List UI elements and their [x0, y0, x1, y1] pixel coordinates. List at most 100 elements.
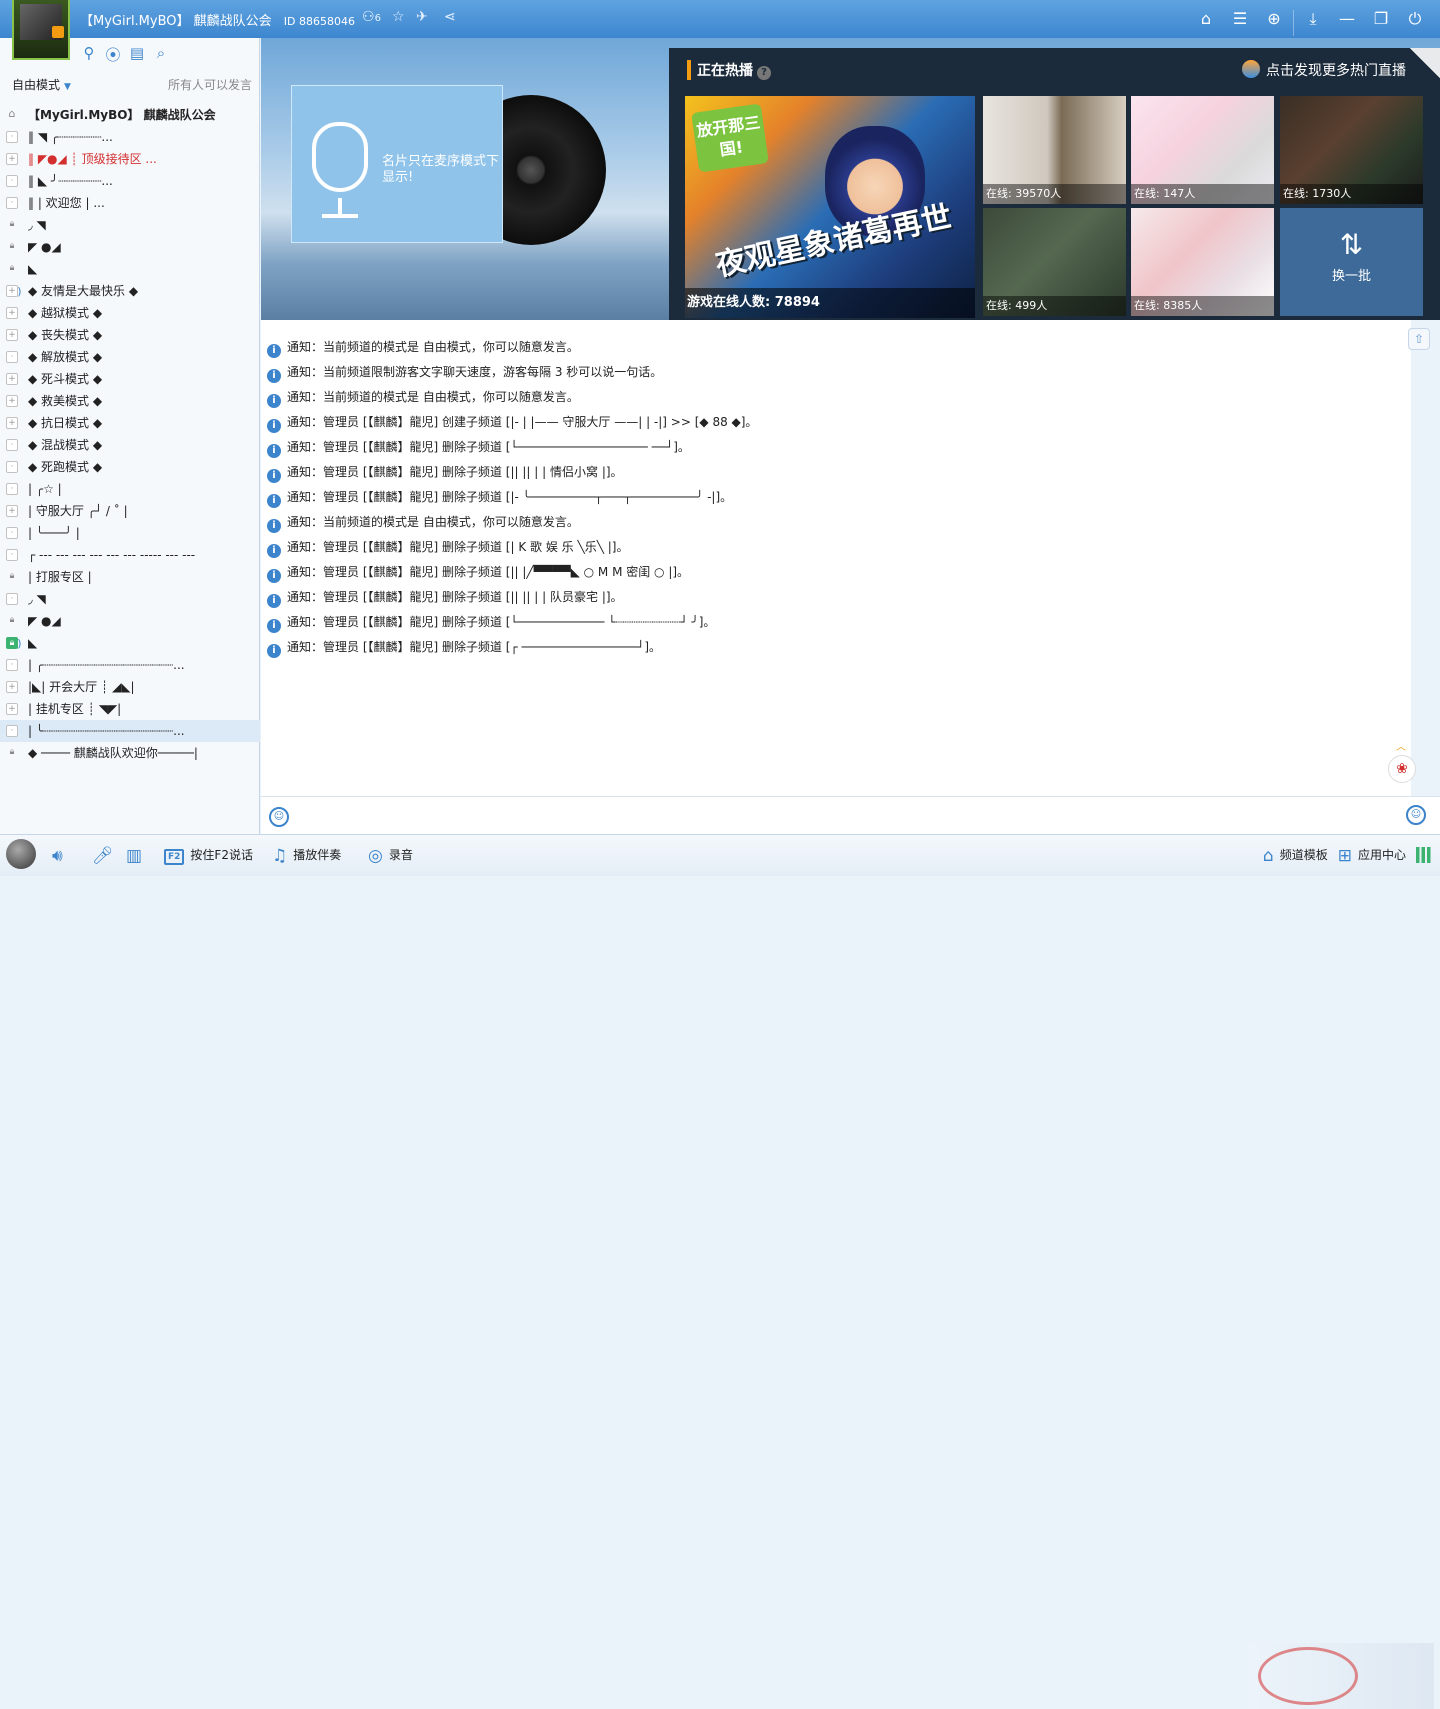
search-icon[interactable]: ⌕: [152, 44, 170, 65]
channel-item[interactable]: ⌂ 【MyGirl.MyBO】 麒麟战队公会: [0, 104, 260, 126]
sidebar-tools: ⚲ ⦿ ▤ ⌕: [80, 44, 170, 65]
expand-icon[interactable]: +: [6, 153, 18, 165]
caret-up-icon[interactable]: ︿: [1396, 738, 1406, 753]
expand-icon[interactable]: +: [6, 417, 18, 429]
power-icon[interactable]: ⏻: [1398, 6, 1432, 32]
user-add-icon[interactable]: ⚲: [80, 44, 98, 65]
home-icon[interactable]: ⌂: [1189, 6, 1223, 32]
channel-item[interactable]: + ◆ 死斗模式 ◆: [0, 368, 260, 390]
channel-item[interactable]: 🔒︎ ◞ ◥: [0, 214, 260, 236]
channel-item[interactable]: + ◆ 抗日模式 ◆: [0, 412, 260, 434]
channel-item[interactable]: · ‖ ◣ ╯┈┈┈┈┈┈...: [0, 170, 260, 192]
live-tile[interactable]: 在线: 39570人: [983, 96, 1126, 204]
push-to-talk-button[interactable]: F2 按住F2说话: [164, 843, 253, 867]
gamepad-icon[interactable]: ⊕: [1257, 6, 1291, 32]
channel-item[interactable]: · ‖ ◥ ╭┈┈┈┈┈┈...: [0, 126, 260, 148]
notice-text: 通知：当前频道的模式是 自由模式，你可以随意发言。: [287, 390, 579, 404]
signal-icon: [1416, 847, 1434, 863]
channel-item[interactable]: + ‖ ◤●◢ ┊ 顶级接待区 ...: [0, 148, 260, 170]
location-icon[interactable]: ⦿: [104, 44, 122, 65]
plane-icon[interactable]: ✈: [416, 9, 428, 25]
info-icon: i: [267, 394, 281, 408]
channel-item[interactable]: · ◆ 混战模式 ◆: [0, 434, 260, 456]
microphone-button[interactable]: 🎤︎: [92, 843, 120, 867]
live-tile[interactable]: 在线: 499人: [983, 208, 1126, 316]
channel-item[interactable]: + ◆ 越狱模式 ◆: [0, 302, 260, 324]
expand-icon[interactable]: +: [6, 329, 18, 341]
channel-template-button[interactable]: ⌂ 频道模板: [1263, 843, 1328, 867]
expand-icon[interactable]: +: [6, 373, 18, 385]
user-avatar[interactable]: [6, 839, 36, 869]
expand-icon[interactable]: +: [6, 307, 18, 319]
channel-item[interactable]: · | ╰┈┈┈┈┈┈┈┈┈┈┈┈┈┈┈┈┈┈...: [0, 720, 260, 742]
expand-icon[interactable]: +: [6, 703, 18, 715]
channel-item[interactable]: · ◞ ◥: [0, 588, 260, 610]
expand-icon[interactable]: +: [6, 681, 18, 693]
share-icon[interactable]: ⋖: [444, 9, 456, 25]
channel-item[interactable]: + | 挂机专区 ┊ ◥◤|: [0, 698, 260, 720]
info-icon: i: [267, 569, 281, 583]
list-icon[interactable]: ☰: [1223, 6, 1257, 32]
live-logo-icon: [1242, 60, 1260, 78]
live-tile[interactable]: 在线: 8385人: [1131, 208, 1274, 316]
channel-item[interactable]: · | ╭┈┈┈┈┈┈┈┈┈┈┈┈┈┈┈┈┈┈...: [0, 654, 260, 676]
hot-more-text: 点击发现更多热门直播: [1266, 63, 1406, 79]
hot-more-link[interactable]: 点击发现更多热门直播: [1242, 60, 1406, 80]
equalizer-icon: ▥: [126, 846, 143, 866]
expand-icon[interactable]: +: [6, 505, 18, 517]
refresh-button[interactable]: ⇅ 换一批: [1280, 208, 1423, 316]
equalizer-button[interactable]: ▥: [126, 843, 148, 867]
channel-item[interactable]: · ‖ | 欢迎您 | ...: [0, 192, 260, 214]
live-tile[interactable]: 在线: 1730人: [1280, 96, 1423, 204]
channel-item-label: ◆ 死斗模式 ◆: [28, 372, 103, 386]
emoji-icon[interactable]: ☺: [269, 807, 289, 827]
channel-item[interactable]: 🔒︎ ◤ ●◢: [0, 610, 260, 632]
help-icon[interactable]: ?: [757, 66, 771, 80]
live-tile[interactable]: 在线: 147人: [1131, 96, 1274, 204]
chat-input-area[interactable]: ☺ ☺: [261, 796, 1440, 834]
channel-item[interactable]: · | ╭☆ |: [0, 478, 260, 500]
featured-live-tile[interactable]: 放开那三国! 夜观星象诸葛再世 游戏在线人数: 78894: [685, 96, 975, 318]
download-icon[interactable]: ⤓: [1296, 6, 1330, 32]
channel-item[interactable]: +◆ 友情是大最快乐 ◆(1): [0, 280, 260, 302]
info-icon: i: [267, 494, 281, 508]
channel-item[interactable]: + ◆ 丧失模式 ◆: [0, 324, 260, 346]
users-icon[interactable]: ⚇6: [362, 9, 381, 25]
app-center-button[interactable]: ⊞ 应用中心: [1338, 843, 1406, 867]
corner-fold-icon[interactable]: [1410, 48, 1440, 78]
restore-icon[interactable]: ❐: [1364, 6, 1398, 32]
channel-item[interactable]: 🔒︎ ◆ ──── 麒麟战队欢迎你─────|: [0, 742, 260, 764]
smile-icon[interactable]: ☺: [1406, 805, 1426, 825]
message-area: i 通知：当前频道的模式是 自由模式，你可以随意发言。 i 通知：当前频道限制游客文字…: [261, 320, 1411, 796]
speaker-button[interactable]: 🔊︎: [52, 843, 69, 867]
channel-item[interactable]: · ◆ 死跑模式 ◆: [0, 456, 260, 478]
scroll-top-button[interactable]: ⇧: [1408, 328, 1430, 350]
expand-icon[interactable]: +: [6, 395, 18, 407]
channel-item[interactable]: · | ╰───╯ |: [0, 522, 260, 544]
star-icon[interactable]: ☆: [392, 9, 405, 25]
bullet-icon: ·: [6, 351, 18, 363]
channel-item[interactable]: 🔒︎ ◣: [0, 258, 260, 280]
expand-icon[interactable]: +: [6, 285, 18, 297]
channel-item[interactable]: 🔒︎ ◣(1): [0, 632, 260, 654]
flower-icon[interactable]: ❀: [1388, 755, 1416, 783]
hot-title: 正在热播?: [687, 60, 771, 80]
channel-avatar[interactable]: [12, 0, 70, 60]
channel-item-label: ◤ ●◢: [28, 614, 61, 628]
play-accompaniment-button[interactable]: ♫ 播放伴奏: [272, 843, 341, 867]
bullet-icon: ·: [6, 461, 18, 473]
channel-item[interactable]: 🔒︎ | 打服专区 |: [0, 566, 260, 588]
mode-select[interactable]: 自由模式 ▼: [12, 76, 71, 93]
record-button[interactable]: ◎ 录音: [368, 843, 413, 867]
channel-title: 【MyGirl.MyBO】 麒麟战队公会 ID 88658046: [80, 10, 355, 29]
channel-item[interactable]: + |◣| 开会大厅 ┊ ◢◣|: [0, 676, 260, 698]
notice-text: 通知：管理员 [【麒麟】龍児] 删除子频道 [|- ╰─────────┬───…: [287, 490, 733, 504]
channel-item[interactable]: 🔒︎ ◤ ●◢: [0, 236, 260, 258]
info-icon: i: [267, 344, 281, 358]
channel-item[interactable]: · ┌ --- --- --- --- --- --- ----- --- ---: [0, 544, 260, 566]
minimize-icon[interactable]: —: [1330, 6, 1364, 32]
channel-item[interactable]: + ◆ 救美模式 ◆: [0, 390, 260, 412]
channel-item[interactable]: · ◆ 解放模式 ◆: [0, 346, 260, 368]
document-icon[interactable]: ▤: [128, 44, 146, 65]
channel-item[interactable]: + | 守服大厅 ╭┘ / ˚ |: [0, 500, 260, 522]
